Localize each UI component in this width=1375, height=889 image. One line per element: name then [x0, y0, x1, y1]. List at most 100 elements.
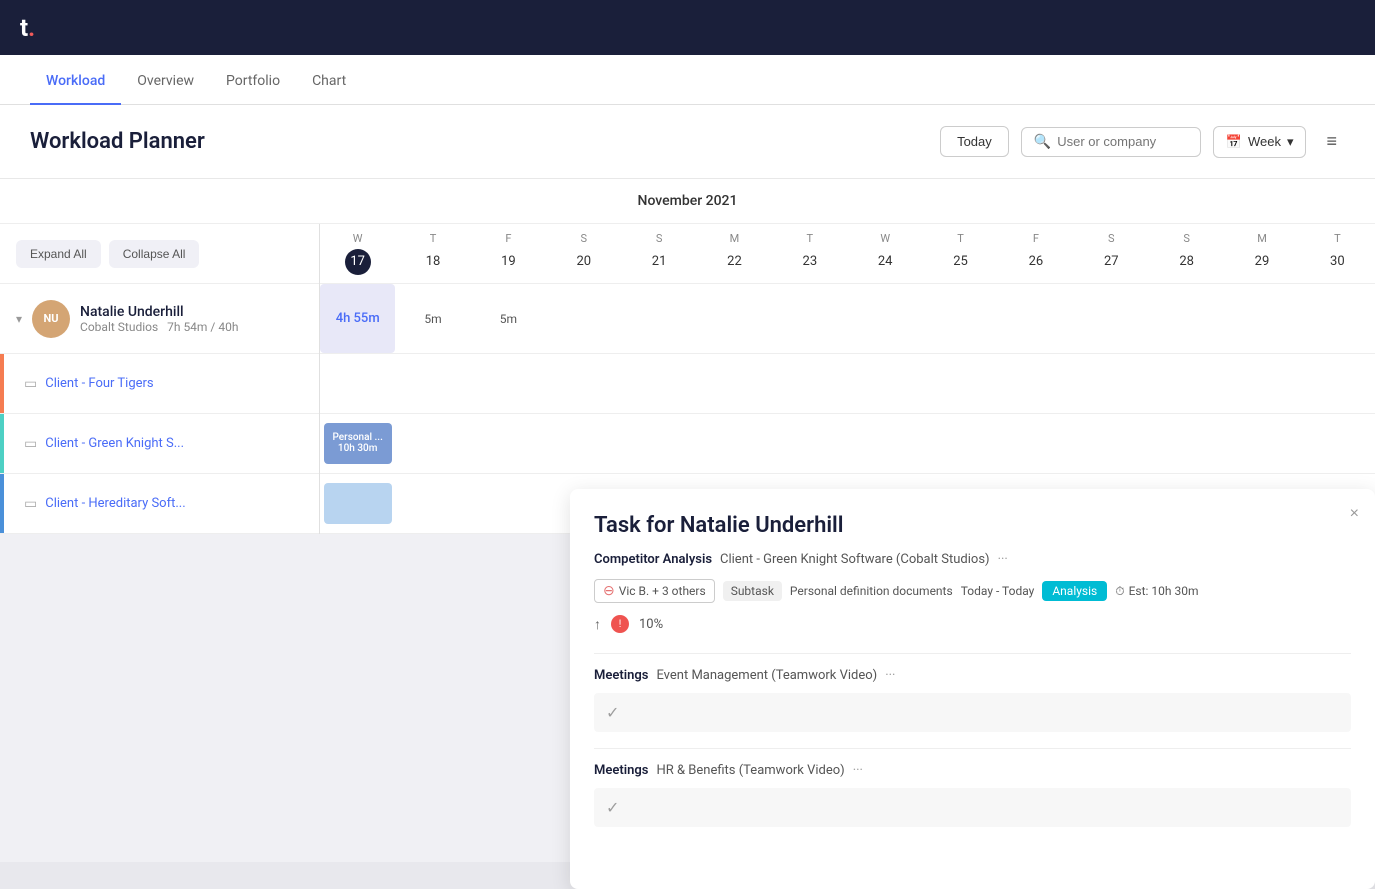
proj-cell-0-7	[848, 354, 923, 413]
time-cell-0[interactable]: 4h 55m	[320, 284, 395, 353]
proj-cell-0-6	[772, 354, 847, 413]
cal-day-0: W 17	[320, 232, 395, 275]
tab-overview[interactable]: Overview	[121, 59, 210, 105]
task-panel-close-button[interactable]: ×	[1350, 505, 1359, 523]
proj-cell-0-5	[697, 354, 772, 413]
main-content: November 2021 Expand All Collapse All ▾ …	[0, 179, 1375, 862]
proj-cell-1-11	[1149, 414, 1224, 473]
project-icon-0: ▭	[24, 376, 37, 392]
proj-cell-1-3	[546, 414, 621, 473]
proj-cell-1-12	[1224, 414, 1299, 473]
page-header: Workload Planner Today 🔍 📅 Week ▾ ≡	[0, 105, 1375, 179]
cal-day-8: T 25	[923, 232, 998, 275]
proj-cell-0-12	[1224, 354, 1299, 413]
planner-grid: Expand All Collapse All ▾ NU Natalie Und…	[0, 224, 1375, 534]
proj-cell-0-2	[471, 354, 546, 413]
proj-cell-0-8	[923, 354, 998, 413]
time-cell-12	[1224, 284, 1299, 353]
user-time-row: 4h 55m 5m 5m	[320, 284, 1375, 354]
time-cell-5	[697, 284, 772, 353]
header-controls: Today 🔍 📅 Week ▾ ≡	[940, 123, 1345, 160]
user-sub: Cobalt Studios 7h 54m / 40h	[80, 320, 238, 334]
time-cell-7	[848, 284, 923, 353]
cal-day-6: T 23	[772, 232, 847, 275]
project-row-1: ▭ Client - Green Knight S...	[0, 414, 319, 474]
project-name-0[interactable]: Client - Four Tigers	[45, 376, 153, 391]
proj-cell-1-6	[772, 414, 847, 473]
time-cell-4	[621, 284, 696, 353]
project-icon-1: ▭	[24, 436, 37, 452]
project-cal-row-0	[320, 354, 1375, 414]
proj-cell-2-0[interactable]	[320, 474, 395, 533]
cal-day-3: S 20	[546, 232, 621, 275]
time-cell-10	[1074, 284, 1149, 353]
time-cell-6	[772, 284, 847, 353]
proj-cell-1-2	[471, 414, 546, 473]
project-color-bar-0	[0, 354, 4, 413]
cal-day-10: S 27	[1074, 232, 1149, 275]
right-panel: W 17 T 18 F 19 S 20	[320, 224, 1375, 534]
proj-cell-2-1	[395, 474, 470, 533]
filter-button[interactable]: ≡	[1318, 123, 1345, 160]
project-color-bar-1	[0, 414, 4, 473]
proj-cell-1-5	[697, 414, 772, 473]
cal-day-9: F 26	[998, 232, 1073, 275]
project-name-1[interactable]: Client - Green Knight S...	[45, 436, 184, 451]
expand-all-button[interactable]: Expand All	[16, 240, 101, 268]
proj-cell-1-1	[395, 414, 470, 473]
green-knight-task-block[interactable]: Personal ... 10h 30m	[324, 423, 392, 464]
controls-row: Expand All Collapse All	[0, 224, 319, 284]
project-cal-row-1: Personal ... 10h 30m	[320, 414, 1375, 474]
task-panel-title: Task for Natalie Underhill	[594, 513, 1351, 534]
cal-day-11: S 28	[1149, 232, 1224, 275]
cal-day-12: M 29	[1224, 232, 1299, 275]
collapse-all-button[interactable]: Collapse All	[109, 240, 200, 268]
search-input[interactable]	[1057, 134, 1187, 149]
time-cell-9	[998, 284, 1073, 353]
time-cell-2: 5m	[471, 284, 546, 353]
page-title: Workload Planner	[30, 129, 205, 154]
tab-chart[interactable]: Chart	[296, 59, 362, 105]
proj-cell-2-2	[471, 474, 546, 533]
project-icon-2: ▭	[24, 496, 37, 512]
expand-chevron[interactable]: ▾	[16, 312, 22, 326]
planner-container: November 2021 Expand All Collapse All ▾ …	[0, 179, 1375, 534]
proj-cell-0-10	[1074, 354, 1149, 413]
chevron-down-icon: ▾	[1287, 134, 1294, 150]
proj-cell-1-7	[848, 414, 923, 473]
today-button[interactable]: Today	[940, 126, 1009, 157]
top-nav: t.	[0, 0, 1375, 55]
proj-cell-1-4	[621, 414, 696, 473]
logo-dot: .	[28, 14, 35, 42]
tab-workload[interactable]: Workload	[30, 59, 121, 105]
proj-cell-1-9	[998, 414, 1073, 473]
proj-cell-0-0	[320, 354, 395, 413]
proj-cell-1-13	[1300, 414, 1375, 473]
proj-cell-1-8	[923, 414, 998, 473]
cal-day-13: T 30	[1300, 232, 1375, 275]
cal-day-5: M 22	[697, 232, 772, 275]
proj-cell-0-11	[1149, 354, 1224, 413]
time-cell-1: 5m	[395, 284, 470, 353]
search-icon: 🔍	[1034, 134, 1051, 150]
proj-cell-1-0[interactable]: Personal ... 10h 30m	[320, 414, 395, 473]
proj-cell-0-13	[1300, 354, 1375, 413]
task-panel: × Task for Natalie Underhill Competitor …	[570, 489, 1375, 534]
tab-portfolio[interactable]: Portfolio	[210, 59, 296, 105]
cal-day-1: T 18	[395, 232, 470, 275]
proj-cell-0-9	[998, 354, 1073, 413]
week-label: Week	[1248, 134, 1281, 149]
left-panel: Expand All Collapse All ▾ NU Natalie Und…	[0, 224, 320, 534]
user-name: Natalie Underhill	[80, 304, 238, 320]
week-button[interactable]: 📅 Week ▾	[1213, 126, 1307, 158]
proj-cell-1-10	[1074, 414, 1149, 473]
time-cell-11	[1149, 284, 1224, 353]
search-box: 🔍	[1021, 127, 1201, 157]
time-cell-3	[546, 284, 621, 353]
project-row-2: ▭ Client - Hereditary Soft...	[0, 474, 319, 534]
tab-bar: Workload Overview Portfolio Chart	[0, 55, 1375, 105]
project-name-2[interactable]: Client - Hereditary Soft...	[45, 496, 185, 511]
calendar-header: W 17 T 18 F 19 S 20	[320, 224, 1375, 284]
month-header: November 2021	[0, 179, 1375, 224]
cal-day-2: F 19	[471, 232, 546, 275]
